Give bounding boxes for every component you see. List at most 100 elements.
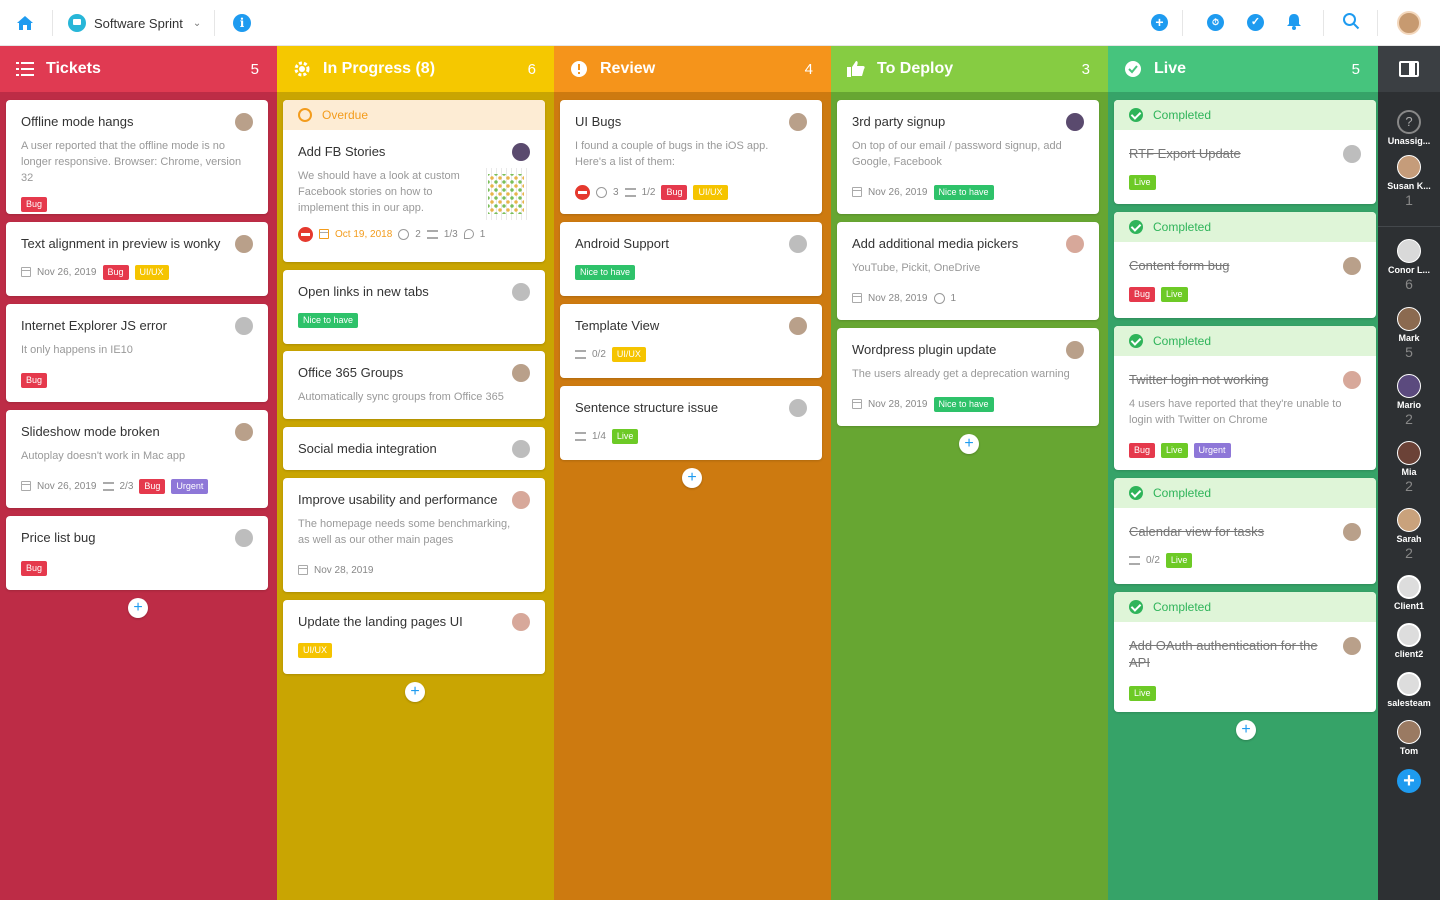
search-button[interactable] — [1342, 12, 1364, 34]
sidebar-user[interactable]: Mia 2 — [1378, 441, 1440, 494]
column-header-live[interactable]: Live 5 — [1108, 46, 1378, 92]
column-header-to-deploy[interactable]: To Deploy 3 — [831, 46, 1108, 92]
task-card[interactable]: Completed Content form bug Bug Live — [1114, 212, 1376, 318]
assignee-avatar[interactable] — [235, 423, 253, 441]
card-title: Add additional media pickers — [852, 236, 1019, 251]
home-icon[interactable] — [15, 13, 35, 33]
assignee-avatar[interactable] — [235, 113, 253, 131]
column-header-in-progress[interactable]: In Progress (8) 6 — [277, 46, 554, 92]
blocked-icon — [298, 226, 313, 242]
sidebar-user[interactable]: Conor L... 6 — [1378, 239, 1440, 292]
assignee-avatar[interactable] — [789, 235, 807, 253]
tag-uiux: UI/UX — [693, 184, 728, 200]
assignee-avatar[interactable] — [512, 613, 530, 631]
sidebar-user[interactable]: Sarah 2 — [1378, 508, 1440, 561]
assignee-avatar[interactable] — [789, 399, 807, 417]
assignee-avatar[interactable] — [1343, 371, 1361, 389]
assignee-avatar[interactable] — [1343, 145, 1361, 163]
gear-icon — [293, 60, 311, 78]
column-header-tickets[interactable]: Tickets 5 — [0, 46, 277, 92]
assignee-avatar[interactable] — [1066, 341, 1084, 359]
assignee-avatar[interactable] — [235, 529, 253, 547]
add-card-button[interactable]: + — [959, 434, 979, 454]
task-card[interactable]: Update the landing pages UI UI/UX — [283, 600, 545, 674]
sidebar-user[interactable]: Tom — [1378, 720, 1440, 756]
assignee-avatar[interactable] — [1343, 257, 1361, 275]
assignee-avatar[interactable] — [789, 113, 807, 131]
task-card[interactable]: Sentence structure issue 1/4 Live — [560, 386, 822, 460]
user-name: salesteam — [1387, 698, 1431, 708]
attachment-thumbnail[interactable] — [482, 168, 530, 220]
assignee-avatar[interactable] — [1343, 637, 1361, 655]
tag-bug: Bug — [21, 560, 48, 576]
sidebar-user[interactable]: Client1 — [1378, 575, 1440, 611]
assignee-avatar[interactable] — [512, 143, 530, 161]
add-card-button[interactable]: + — [682, 468, 702, 488]
task-card[interactable]: 3rd party signup On top of our email / p… — [837, 100, 1099, 214]
task-card[interactable]: Completed Add OAuth authentication for t… — [1114, 592, 1376, 712]
task-card[interactable]: Wordpress plugin update The users alread… — [837, 328, 1099, 426]
add-card-button[interactable]: + — [1236, 720, 1256, 740]
task-card[interactable]: Internet Explorer JS error It only happe… — [6, 304, 268, 402]
add-user-button[interactable]: + — [1397, 769, 1421, 793]
task-card[interactable]: Open links in new tabs Nice to have — [283, 270, 545, 344]
task-card[interactable]: Completed Twitter login not working 4 us… — [1114, 326, 1376, 470]
task-card[interactable]: Android Support Nice to have — [560, 222, 822, 296]
calendar-icon — [21, 481, 31, 491]
column-tickets: Tickets 5 Offline mode hangs A user repo… — [0, 46, 277, 900]
task-card[interactable]: Completed RTF Export Update Live — [1114, 100, 1376, 204]
task-card[interactable]: Add additional media pickers YouTube, Pi… — [837, 222, 1099, 320]
assignee-avatar[interactable] — [512, 440, 530, 458]
user-name: Mia — [1401, 467, 1417, 477]
tag-uiux: UI/UX — [611, 346, 646, 362]
user-avatar[interactable] — [1397, 11, 1421, 35]
card-title: Open links in new tabs — [298, 284, 429, 299]
timer-button[interactable]: ⏱ — [1205, 12, 1227, 34]
assignee-avatar[interactable] — [789, 317, 807, 335]
assignee-avatar[interactable] — [512, 364, 530, 382]
add-card-button[interactable]: + — [405, 682, 425, 702]
task-card[interactable]: Social media integration — [283, 427, 545, 470]
task-card[interactable]: Completed Calendar view for tasks 0/2 Liv… — [1114, 478, 1376, 584]
task-card[interactable]: Offline mode hangs A user reported that … — [6, 100, 268, 214]
sidebar-user[interactable]: Mark 5 — [1378, 307, 1440, 360]
card-description: The users already get a deprecation warn… — [852, 368, 1070, 380]
add-button[interactable]: + — [1149, 12, 1171, 34]
tag-uiux: UI/UX — [298, 642, 333, 658]
add-card-button[interactable]: + — [128, 598, 148, 618]
task-card[interactable]: Overdue Add FB Stories We should have a … — [283, 100, 545, 262]
task-card[interactable]: Price list bug Bug — [6, 516, 268, 590]
notifications-button[interactable] — [1285, 12, 1307, 34]
task-card[interactable]: Template View 0/2 UI/UX — [560, 304, 822, 378]
checklist-count: 2/3 — [119, 480, 134, 492]
sidebar-user[interactable]: salesteam — [1378, 672, 1440, 708]
sidebar-user[interactable]: client2 — [1378, 623, 1440, 659]
card-title: RTF Export Update — [1129, 146, 1241, 161]
banner-label: Completed — [1153, 486, 1212, 500]
toggle-panel-button[interactable] — [1378, 46, 1440, 92]
task-card[interactable]: Slideshow mode broken Autoplay doesn't w… — [6, 410, 268, 508]
task-card[interactable]: UI Bugs I found a couple of bugs in the … — [560, 100, 822, 214]
assignee-avatar[interactable] — [1066, 113, 1084, 131]
assignee-avatar[interactable] — [235, 317, 253, 335]
assignee-avatar[interactable] — [1066, 235, 1084, 253]
avatar — [1397, 155, 1421, 179]
task-card[interactable]: Improve usability and performance The ho… — [283, 478, 545, 592]
assignee-avatar[interactable] — [512, 491, 530, 509]
check-circle-icon — [1124, 60, 1142, 78]
task-card[interactable]: Text alignment in preview is wonky Nov 2… — [6, 222, 268, 296]
task-card[interactable]: Office 365 Groups Automatically sync gro… — [283, 351, 545, 419]
bell-icon — [1287, 14, 1301, 30]
assignee-avatar[interactable] — [512, 283, 530, 301]
assignee-avatar[interactable] — [1343, 523, 1361, 541]
card-title: Add OAuth authentication for the API — [1129, 638, 1318, 670]
checklist-count: 1/4 — [592, 430, 606, 442]
sidebar-user[interactable]: Mario 2 — [1378, 374, 1440, 427]
assignee-avatar[interactable] — [235, 235, 253, 253]
tasks-button[interactable]: ✓ — [1245, 12, 1267, 34]
info-icon[interactable]: i — [233, 14, 251, 32]
column-header-review[interactable]: Review 4 — [554, 46, 831, 92]
sidebar-user[interactable]: Susan K... 1 — [1378, 155, 1440, 208]
sidebar-user-unassigned[interactable]: ? Unassig... — [1378, 110, 1440, 146]
project-selector[interactable]: Software Sprint ⌄ — [68, 12, 201, 34]
